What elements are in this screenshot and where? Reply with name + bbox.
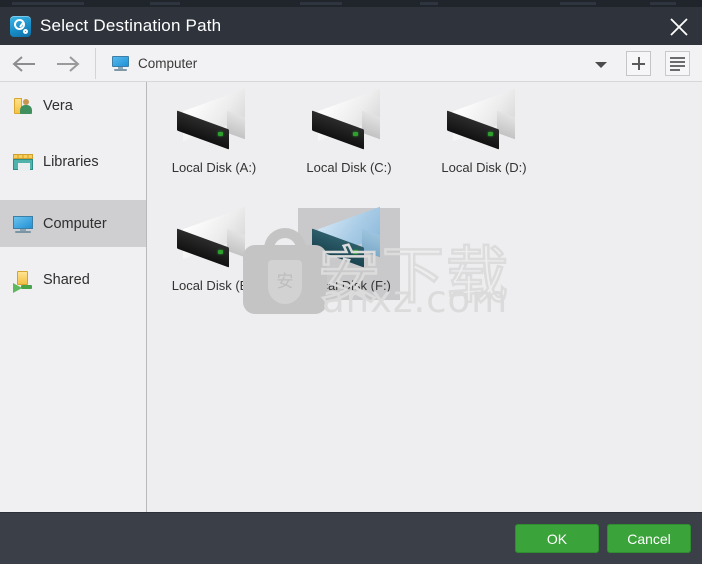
close-icon[interactable] — [662, 11, 696, 41]
arrow-right-icon[interactable] — [52, 52, 84, 76]
list-item[interactable]: Local Disk (F:) — [298, 206, 400, 300]
sidebar: Vera Libraries Computer Shared — [0, 82, 147, 512]
hard-drive-icon — [175, 88, 253, 152]
computer-monitor-icon — [112, 55, 129, 71]
computer-monitor-icon — [12, 213, 34, 235]
chevron-down-icon[interactable] — [590, 53, 612, 75]
list-item-label: Local Disk (E:) — [171, 278, 257, 293]
list-item[interactable]: Local Disk (D:) — [433, 88, 535, 182]
title-bar: Select Destination Path — [0, 7, 702, 45]
list-item[interactable]: Local Disk (A:) — [163, 88, 265, 182]
list-item[interactable]: Local Disk (E:) — [163, 206, 265, 300]
sidebar-item-computer[interactable]: Computer — [0, 200, 146, 247]
clock-gear-icon — [10, 16, 31, 37]
breadcrumb-label: Computer — [138, 55, 198, 71]
toolbar: Computer — [0, 45, 702, 82]
sidebar-item-libraries[interactable]: Libraries — [0, 138, 146, 185]
hard-drive-icon — [310, 88, 388, 152]
libraries-icon — [12, 151, 34, 173]
breadcrumb[interactable]: Computer — [112, 51, 197, 75]
list-item-label: Local Disk (F:) — [307, 278, 391, 293]
toolbar-divider — [95, 48, 96, 79]
sidebar-item-label: Shared — [43, 271, 90, 288]
plus-icon[interactable] — [626, 51, 651, 76]
list-view-icon[interactable] — [665, 51, 690, 76]
select-destination-path-dialog: Select Destination Path Computer Vera Li… — [0, 0, 702, 564]
list-item[interactable]: Local Disk (C:) — [298, 88, 400, 182]
list-item-label: Local Disk (A:) — [171, 160, 257, 175]
dialog-footer: OK Cancel — [0, 512, 702, 564]
hard-drive-icon — [175, 206, 253, 270]
shared-folder-icon — [12, 269, 34, 293]
hard-drive-icon — [310, 206, 388, 270]
sidebar-item-vera[interactable]: Vera — [0, 82, 146, 129]
list-item-label: Local Disk (C:) — [306, 160, 392, 175]
sidebar-item-label: Vera — [43, 97, 73, 114]
sidebar-item-shared[interactable]: Shared — [0, 256, 146, 303]
user-folder-icon — [12, 95, 34, 117]
hard-drive-icon — [445, 88, 523, 152]
background-window-bleed — [0, 0, 702, 7]
sidebar-item-label: Libraries — [43, 153, 99, 170]
list-item-label: Local Disk (D:) — [441, 160, 527, 175]
ok-button[interactable]: OK — [515, 524, 599, 553]
arrow-left-icon[interactable] — [10, 52, 42, 76]
sidebar-item-label: Computer — [43, 215, 107, 232]
window-title: Select Destination Path — [40, 16, 222, 35]
cancel-button[interactable]: Cancel — [607, 524, 691, 553]
file-list: Local Disk (A:) Local Disk (C:) Local Di… — [148, 82, 702, 512]
